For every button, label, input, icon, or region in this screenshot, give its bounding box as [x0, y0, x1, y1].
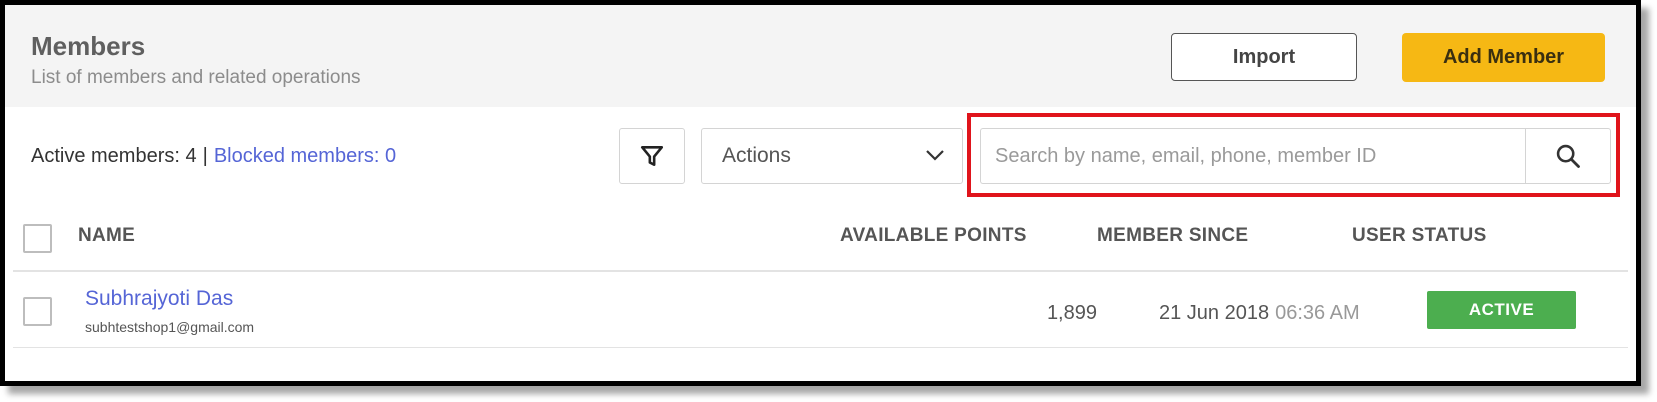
page-title: Members [31, 31, 146, 61]
actions-dropdown-label: Actions [722, 144, 791, 167]
page-subtitle: List of members and related operations [31, 67, 361, 88]
members-panel: Members List of members and related oper… [0, 0, 1641, 386]
member-name-link[interactable]: Subhrajyoti Das [85, 287, 233, 311]
count-separator: | [202, 145, 208, 167]
blocked-members-link[interactable]: Blocked members: 0 [214, 145, 396, 167]
status-badge: ACTIVE [1427, 291, 1576, 329]
add-member-button[interactable]: Add Member [1402, 33, 1605, 82]
filter-button[interactable] [619, 128, 685, 184]
member-since: 21 Jun 2018 06:36 AM [1159, 302, 1360, 325]
member-email: subhtestshop1@gmail.com [85, 319, 255, 335]
search-input[interactable] [980, 128, 1525, 184]
column-header-name[interactable]: NAME [78, 225, 135, 247]
chevron-down-icon [926, 150, 944, 161]
member-points: 1,899 [1046, 302, 1097, 324]
active-members-count: Active members: 4 [31, 145, 197, 167]
page-header: Members List of members and related oper… [5, 5, 1636, 107]
column-header-member-since[interactable]: MEMBER SINCE [1097, 225, 1248, 247]
actions-dropdown[interactable]: Actions [701, 128, 963, 184]
column-header-available-points[interactable]: AVAILABLE POINTS [840, 225, 1027, 247]
row-checkbox[interactable] [23, 297, 52, 326]
table-header-divider [13, 270, 1628, 272]
search-icon [1556, 144, 1580, 168]
select-all-checkbox[interactable] [23, 224, 52, 253]
filter-icon [640, 146, 664, 166]
import-button[interactable]: Import [1171, 33, 1357, 81]
row-divider [13, 347, 1628, 348]
member-since-date: 21 Jun 2018 [1159, 302, 1270, 324]
column-header-user-status[interactable]: USER STATUS [1352, 225, 1487, 247]
search-button[interactable] [1525, 128, 1611, 184]
member-since-time: 06:36 AM [1275, 302, 1360, 324]
member-counts: Active members: 4 | Blocked members: 0 [31, 145, 396, 168]
